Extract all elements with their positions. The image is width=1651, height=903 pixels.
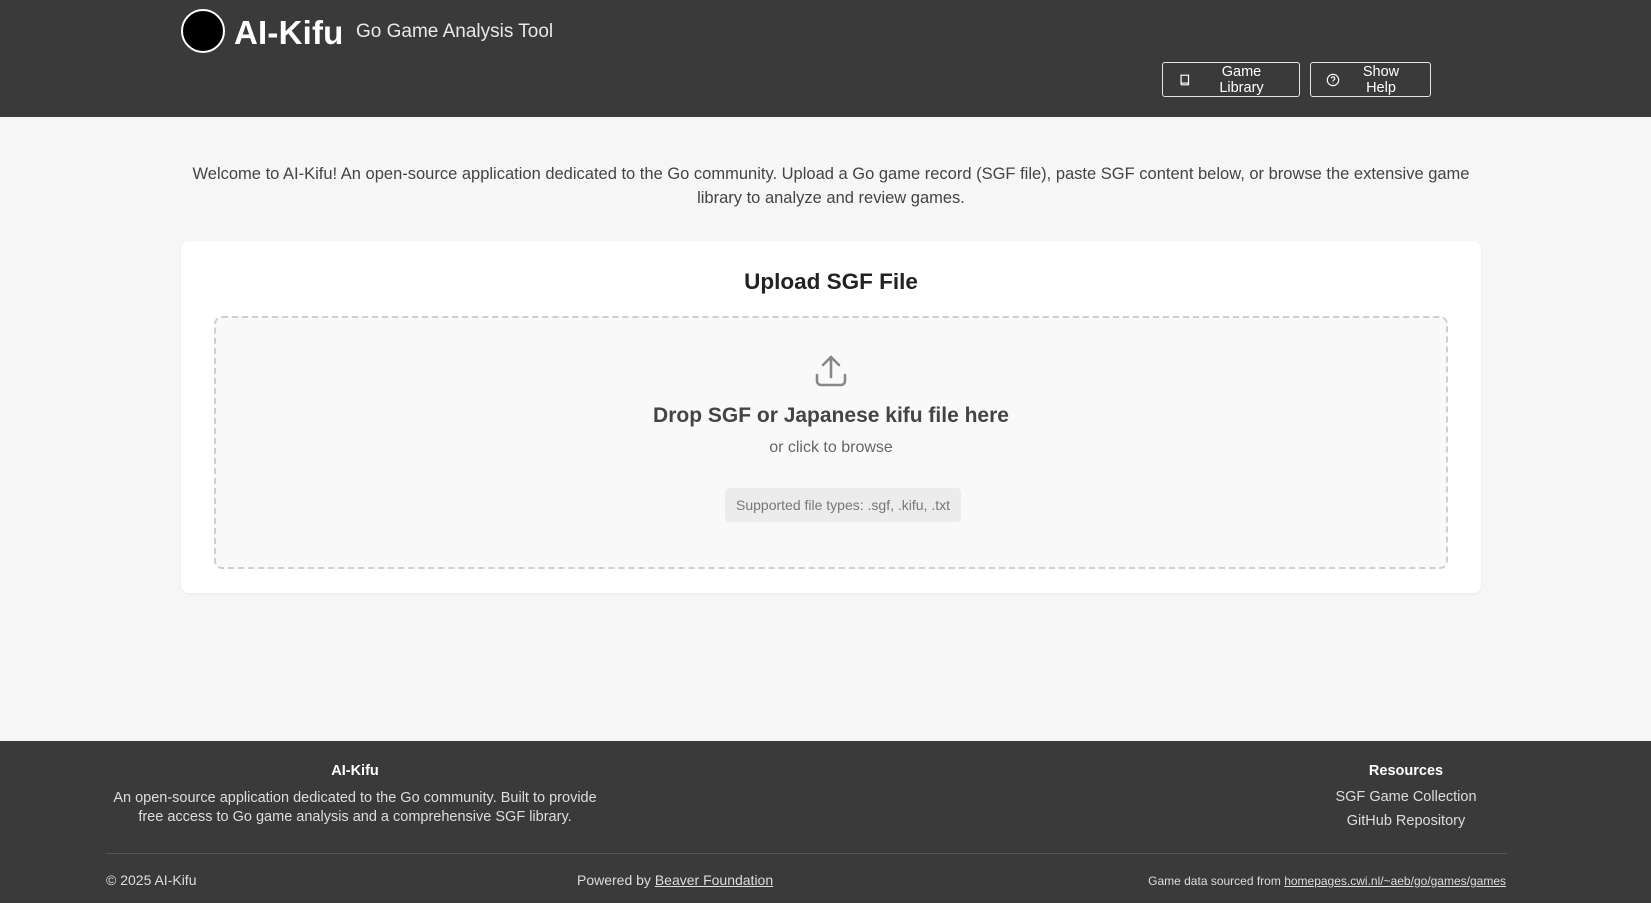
welcome-text: Welcome to AI-Kifu! An open-source appli… xyxy=(192,165,1470,207)
upload-title: Upload SGF File xyxy=(744,269,918,294)
upload-icon xyxy=(815,355,847,387)
footer-resources: Resources SGF Game Collection GitHub Rep… xyxy=(1320,763,1492,830)
dropzone-subtitle: or click to browse xyxy=(769,439,893,456)
go-stone-logo-icon xyxy=(181,9,225,53)
game-library-button[interactable]: Game Library xyxy=(1162,62,1300,97)
app-subtitle: Go Game Analysis Tool xyxy=(356,21,554,42)
data-source-link[interactable]: homepages.cwi.nl/~aeb/go/games/games xyxy=(1284,874,1506,888)
dropzone-title: Drop SGF or Japanese kifu file here xyxy=(653,404,1009,427)
data-source: Game data sourced from homepages.cwi.nl/… xyxy=(1148,874,1506,888)
app-footer: AI-Kifu An open-source application dedic… xyxy=(0,741,1651,903)
beaver-foundation-link[interactable]: Beaver Foundation xyxy=(655,872,773,888)
game-library-label: Game Library xyxy=(1219,63,1264,96)
help-circle-icon xyxy=(1326,73,1340,86)
footer-about-heading: AI-Kifu xyxy=(331,763,379,779)
footer-resources-heading: Resources xyxy=(1368,763,1444,779)
show-help-button[interactable]: Show Help xyxy=(1310,62,1431,97)
footer-about-text: An open-source application dedicated to … xyxy=(113,790,597,825)
file-dropzone[interactable]: Drop SGF or Japanese kifu file here or c… xyxy=(214,316,1448,569)
footer-divider xyxy=(106,853,1507,854)
powered-by-prefix: Powered by xyxy=(577,872,655,888)
copyright-text: © 2025 AI-Kifu xyxy=(106,872,197,888)
show-help-label: Show Help xyxy=(1362,63,1400,96)
app-title: AI-Kifu xyxy=(234,14,344,51)
supported-file-types: Supported file types: .sgf, .kifu, .txt xyxy=(725,488,961,522)
data-source-prefix: Game data sourced from xyxy=(1148,874,1285,888)
github-repository-link[interactable]: GitHub Repository xyxy=(1320,813,1492,830)
upload-card: Upload SGF File Drop SGF or Japanese kif… xyxy=(181,241,1481,593)
powered-by: Powered by Beaver Foundation xyxy=(577,872,773,888)
footer-about: AI-Kifu An open-source application dedic… xyxy=(106,763,604,827)
app-header: AI-Kifu Go Game Analysis Tool Game Libra… xyxy=(0,0,1651,117)
book-icon xyxy=(1180,74,1190,85)
sgf-game-collection-link[interactable]: SGF Game Collection xyxy=(1320,789,1492,806)
